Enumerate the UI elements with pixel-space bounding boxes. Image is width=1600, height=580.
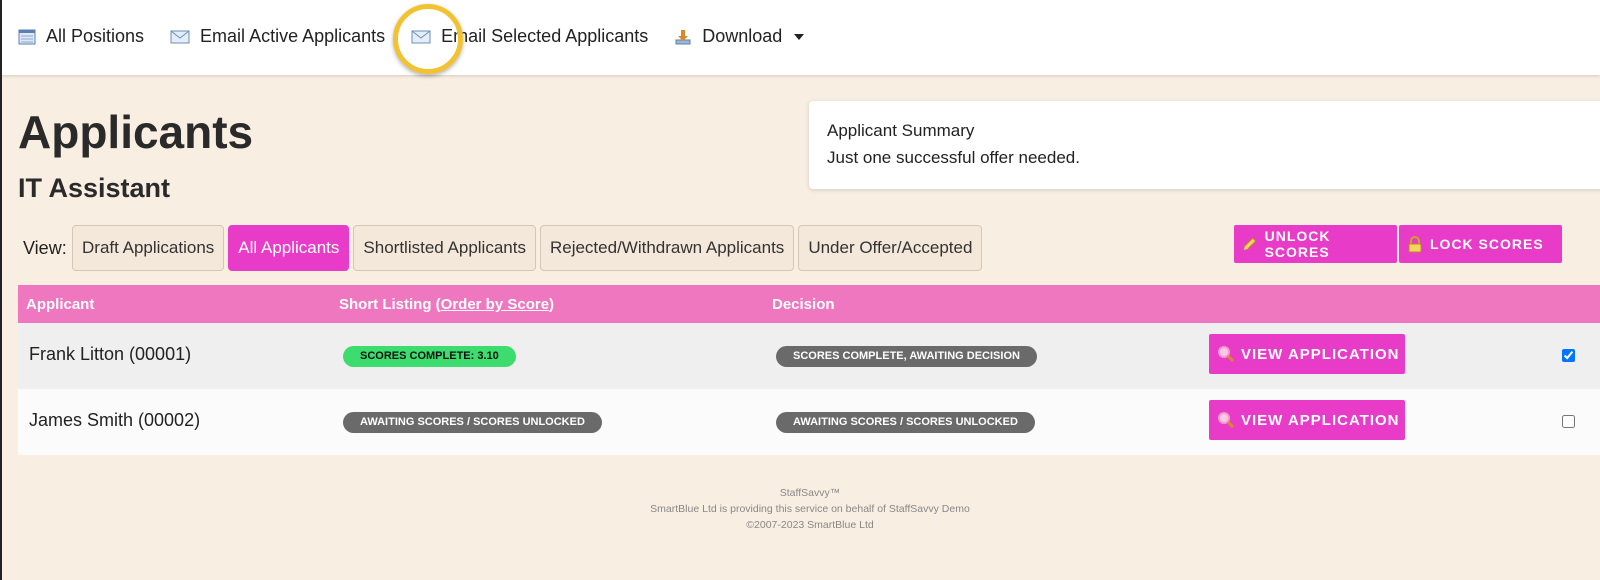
- pencil-icon: [1243, 237, 1257, 251]
- left-edge-rule: [0, 0, 2, 580]
- applicant-name: James Smith (00002): [29, 410, 201, 430]
- view-application-button[interactable]: VIEW APPLICATION: [1209, 400, 1405, 440]
- nav-email-selected-label: Email Selected Applicants: [441, 26, 649, 46]
- decision-badge: AWAITING SCORES / SCORES UNLOCKED: [776, 412, 1035, 433]
- page-footer: StaffSavvy™ SmartBlue Ltd is providing t…: [640, 485, 980, 533]
- unlock-scores-label: UNLOCK SCORES: [1264, 228, 1331, 260]
- top-toolbar: All Positions Email Active Applicants Em…: [0, 0, 1600, 75]
- nav-email-active-applicants[interactable]: Email Active Applicants: [170, 26, 385, 47]
- status-badge: AWAITING SCORES / SCORES UNLOCKED: [343, 412, 602, 433]
- table-row: James Smith (00002) AWAITING SCORES / SC…: [18, 389, 1600, 455]
- nav-all-positions[interactable]: All Positions: [18, 26, 144, 47]
- nav-download-label: Download: [702, 26, 783, 46]
- chevron-down-icon: [794, 33, 805, 40]
- header-short-listing: Short Listing (Order by Score): [339, 296, 555, 313]
- unlock-scores-button[interactable]: UNLOCK SCORES: [1234, 225, 1397, 263]
- table-header: Applicant Short Listing (Order by Score)…: [18, 285, 1600, 323]
- tab-shortlisted-applicants[interactable]: Shortlisted Applicants: [353, 225, 536, 271]
- tab-all-applicants[interactable]: All Applicants: [228, 225, 350, 271]
- footer-provider-line: SmartBlue Ltd is providing this service …: [650, 503, 970, 515]
- select-applicant-checkbox[interactable]: [1562, 349, 1575, 362]
- select-applicant-checkbox[interactable]: [1562, 415, 1575, 428]
- tab-under-offer-accepted[interactable]: Under Offer/Accepted: [798, 225, 983, 271]
- summary-text: Just one successful offer needed.: [827, 148, 1080, 167]
- envelope-icon: [170, 30, 190, 43]
- view-application-label: VIEW APPLICATION: [1241, 411, 1400, 429]
- magnifier-icon: [1218, 412, 1235, 429]
- magnifier-icon: [1218, 346, 1235, 363]
- applicants-table: Applicant Short Listing (Order by Score)…: [18, 285, 1600, 455]
- score-lock-buttons: UNLOCK SCORES LOCK SCORES: [1234, 225, 1564, 263]
- applicant-name: Frank Litton (00001): [29, 344, 192, 364]
- status-badge: SCORES COMPLETE: 3.10: [343, 346, 516, 367]
- footer-brand: StaffSavvy™: [779, 487, 841, 499]
- calendar-icon: [18, 29, 36, 44]
- click-highlight-ring: [393, 4, 463, 74]
- table-row: Frank Litton (00001) SCORES COMPLETE: 3.…: [18, 323, 1600, 389]
- lock-scores-button[interactable]: LOCK SCORES: [1399, 225, 1562, 263]
- view-application-button[interactable]: VIEW APPLICATION: [1209, 334, 1405, 374]
- header-decision: Decision: [772, 296, 835, 313]
- tab-rejected-withdrawn-applicants[interactable]: Rejected/Withdrawn Applicants: [539, 225, 795, 271]
- download-icon: [675, 29, 691, 44]
- nav-download-dropdown[interactable]: Download: [674, 26, 805, 47]
- footer-copyright: ©2007-2023 SmartBlue Ltd: [746, 519, 874, 531]
- view-label: View:: [23, 238, 67, 258]
- decision-badge: SCORES COMPLETE, AWAITING DECISION: [776, 346, 1037, 367]
- applicant-summary-panel: Applicant Summary Just one successful of…: [809, 101, 1600, 189]
- header-applicant: Applicant: [26, 296, 95, 313]
- order-by-score-link[interactable]: Order by Score: [441, 296, 549, 313]
- nav-email-active-label: Email Active Applicants: [200, 26, 386, 46]
- view-application-label: VIEW APPLICATION: [1241, 345, 1400, 363]
- summary-title: Applicant Summary: [827, 121, 975, 140]
- view-filter-tabs: Draft Applications All Applicants Shortl…: [72, 225, 986, 271]
- position-title: IT Assistant: [18, 173, 171, 203]
- lock-scores-label: LOCK SCORES: [1430, 236, 1544, 252]
- page-title: Applicants: [18, 106, 254, 158]
- padlock-icon: [1408, 235, 1422, 252]
- main-content: Applicants IT Assistant Applicant Summar…: [0, 75, 1600, 580]
- nav-all-positions-label: All Positions: [46, 26, 145, 46]
- tab-draft-applications[interactable]: Draft Applications: [72, 225, 225, 271]
